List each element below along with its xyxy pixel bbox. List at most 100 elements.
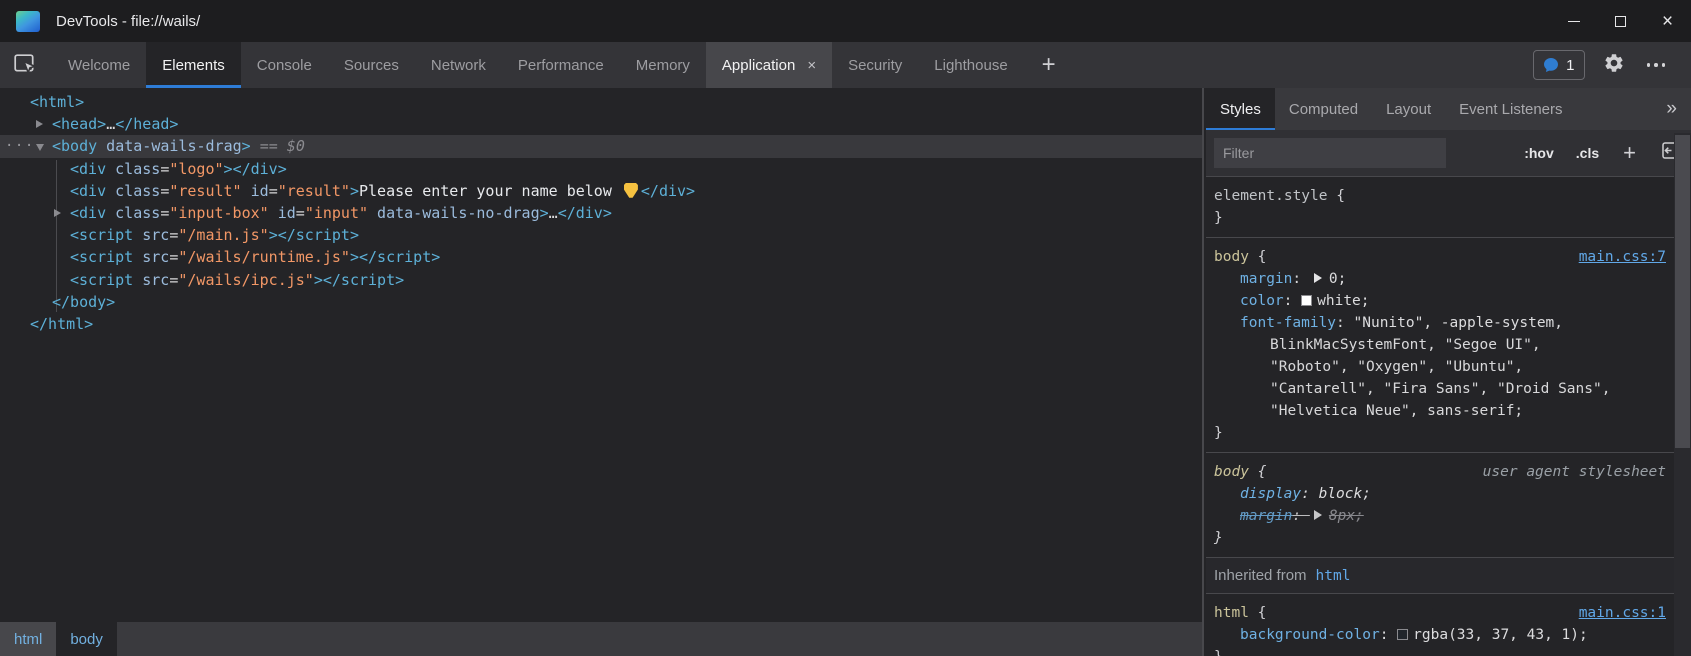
css-rule: html {main.css:1background-color: rgba(3… [1206, 594, 1691, 656]
code-line[interactable]: </body> [0, 291, 1202, 313]
code-line[interactable]: <div class="logo"></div> [0, 158, 1202, 180]
css-property[interactable]: color: white; [1214, 290, 1683, 312]
tab-lighthouse[interactable]: Lighthouse [918, 42, 1023, 88]
css-property[interactable]: margin: 0; [1214, 268, 1683, 290]
expand-value-icon[interactable] [1314, 273, 1322, 283]
code-line[interactable]: <script src="/wails/runtime.js"></script… [0, 246, 1202, 268]
breadcrumb-item-html[interactable]: html [0, 622, 56, 656]
devtools-app-icon [16, 11, 40, 32]
inspect-icon [14, 54, 38, 76]
tab-label: Memory [636, 57, 690, 74]
rule-selector[interactable]: html [1214, 605, 1249, 621]
pointing-down-emoji [624, 183, 638, 198]
css-property[interactable]: margin: 8px; [1214, 505, 1683, 527]
tab-security[interactable]: Security [832, 42, 918, 88]
minimize-icon [1568, 21, 1580, 22]
expand-arrow-icon[interactable] [36, 120, 43, 128]
code-line[interactable]: <div class="input-box" id="input" data-w… [0, 202, 1202, 224]
issues-counter[interactable]: 1 [1533, 50, 1584, 80]
code-line[interactable]: <script src="/wails/ipc.js"></script> [0, 269, 1202, 291]
tab-strip: Welcome Elements Console Sources Network Perf… [52, 42, 1024, 88]
tab-network[interactable]: Network [415, 42, 502, 88]
elements-panel: <html><head>…</head>···<body data-wails-… [0, 88, 1204, 656]
minimize-button[interactable] [1550, 0, 1597, 42]
code-line[interactable]: <head>…</head> [0, 113, 1202, 135]
tab-memory[interactable]: Memory [620, 42, 706, 88]
stylesheet-link[interactable]: main.css:7 [1579, 246, 1666, 268]
css-property[interactable]: font-family: "Nunito", -apple-system, [1214, 312, 1683, 334]
tab-label: Security [848, 57, 902, 74]
expand-value-icon[interactable] [1314, 510, 1322, 520]
tab-application[interactable]: Application × [706, 42, 832, 88]
sidebar-scrollbar[interactable] [1674, 133, 1691, 656]
new-style-rule-button[interactable]: + [1623, 140, 1636, 166]
tab-label: Lighthouse [934, 57, 1007, 74]
rule-selector[interactable]: element.style [1214, 188, 1328, 204]
css-rule: body {main.css:7margin: 0;color: white;f… [1206, 238, 1691, 453]
sidebar-tab-event-listeners[interactable]: Event Listeners [1445, 88, 1576, 130]
more-tabs-button[interactable]: + [1024, 42, 1074, 88]
styles-sidebar: StylesComputedLayoutEvent Listeners » :h… [1206, 88, 1691, 656]
code-line[interactable]: </html> [0, 313, 1202, 335]
tab-bar-right: 1 [1533, 42, 1691, 88]
css-property[interactable]: background-color: rgba(33, 37, 43, 1); [1214, 624, 1683, 646]
inherited-from-label: Inherited from [1214, 567, 1307, 584]
overflow-tabs-button[interactable]: » [1652, 88, 1691, 130]
node-menu-dots[interactable]: ··· [5, 135, 35, 157]
tab-performance[interactable]: Performance [502, 42, 620, 88]
maximize-icon [1615, 16, 1626, 27]
toggle-hover-state-button[interactable]: :hov [1524, 145, 1554, 161]
color-swatch[interactable] [1397, 629, 1408, 640]
elements-tree: <html><head>…</head>···<body data-wails-… [0, 88, 1202, 622]
code-line[interactable]: ···<body data-wails-drag> == $0 [0, 135, 1202, 157]
customize-devtools-button[interactable] [1643, 59, 1670, 71]
devtools-window: DevTools - file://wails/ × Welcome Elemen… [0, 0, 1691, 656]
tab-label: Application [722, 57, 795, 74]
window-controls: × [1550, 0, 1691, 42]
color-swatch[interactable] [1301, 295, 1312, 306]
css-rule: body {user agent stylesheetdisplay: bloc… [1206, 453, 1691, 558]
sidebar-tab-computed[interactable]: Computed [1275, 88, 1372, 130]
collapse-arrow-icon[interactable] [36, 144, 44, 151]
tab-welcome[interactable]: Welcome [52, 42, 146, 88]
settings-button[interactable] [1603, 52, 1625, 79]
expand-arrow-icon[interactable] [54, 209, 61, 217]
sidebar-tab-styles[interactable]: Styles [1206, 88, 1275, 130]
tab-label: Performance [518, 57, 604, 74]
breadcrumb: htmlbody [0, 622, 1202, 656]
inherited-element-link[interactable]: html [1316, 568, 1351, 584]
breadcrumb-item-body[interactable]: body [56, 622, 117, 656]
tab-label: Sources [344, 57, 399, 74]
sidebar-tab-layout[interactable]: Layout [1372, 88, 1445, 130]
tab-label: Network [431, 57, 486, 74]
close-button[interactable]: × [1644, 0, 1691, 42]
main-tab-bar: Welcome Elements Console Sources Network Perf… [0, 42, 1691, 88]
tab-sources[interactable]: Sources [328, 42, 415, 88]
close-tab-icon[interactable]: × [807, 57, 816, 74]
tab-elements[interactable]: Elements [146, 42, 241, 88]
tab-console[interactable]: Console [241, 42, 328, 88]
code-line[interactable]: <html> [0, 91, 1202, 113]
issues-count: 1 [1566, 57, 1574, 74]
toggle-element-classes-button[interactable]: .cls [1576, 145, 1599, 161]
gear-icon [1603, 52, 1625, 74]
css-rule: element.style {} [1206, 177, 1691, 238]
tab-label: Elements [162, 57, 225, 74]
title-bar: DevTools - file://wails/ × [0, 0, 1691, 42]
maximize-button[interactable] [1597, 0, 1644, 42]
styles-filter-input[interactable] [1214, 138, 1446, 168]
rule-selector[interactable]: body [1214, 464, 1249, 480]
issues-bubble-icon [1543, 57, 1559, 73]
sidebar-tabs: StylesComputedLayoutEvent Listeners [1206, 88, 1577, 130]
stylesheet-link[interactable]: main.css:1 [1579, 602, 1666, 624]
scrollbar-thumb[interactable] [1675, 135, 1690, 448]
code-line[interactable]: <div class="result" id="result">Please e… [0, 180, 1202, 202]
stylesheet-origin: user agent stylesheet [1483, 461, 1666, 483]
inspect-element-button[interactable] [0, 42, 52, 88]
code-line[interactable]: <script src="/main.js"></script> [0, 224, 1202, 246]
css-property[interactable]: display: block; [1214, 483, 1683, 505]
inherited-from-row: Inherited from html [1206, 558, 1691, 594]
rule-selector[interactable]: body [1214, 249, 1249, 265]
tab-label: Welcome [68, 57, 130, 74]
styles-pane: element.style {}body {main.css:7margin: … [1206, 177, 1691, 656]
